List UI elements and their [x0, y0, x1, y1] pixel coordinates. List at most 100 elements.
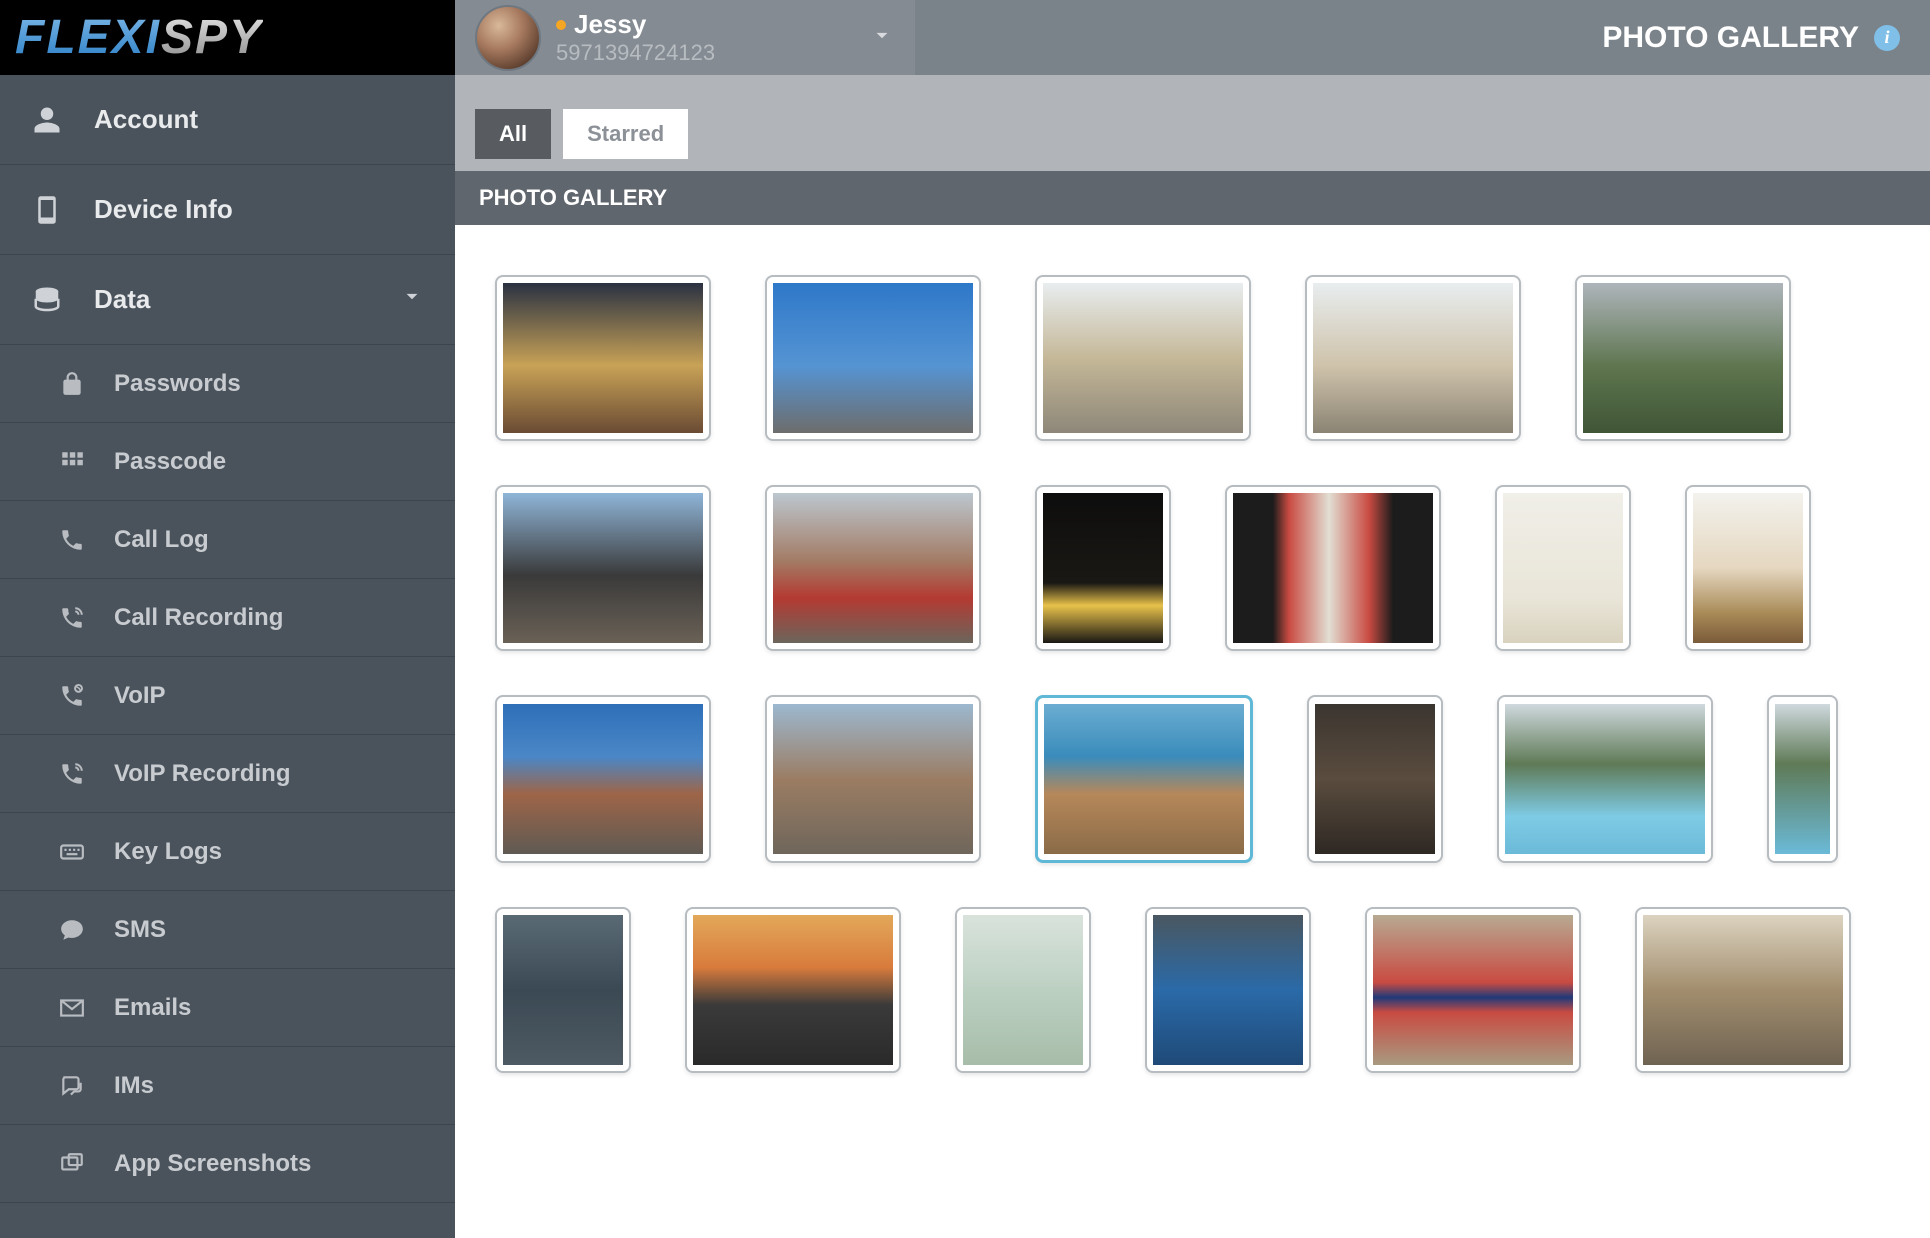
photo-thumbnail[interactable]	[1497, 695, 1713, 863]
photo-thumbnail[interactable]	[1035, 695, 1253, 863]
photo-thumbnail[interactable]	[1307, 695, 1443, 863]
brand-part2: SPY	[161, 10, 263, 65]
photo-image	[503, 704, 703, 854]
photo-image	[1643, 915, 1843, 1065]
photo-thumbnail[interactable]	[495, 275, 711, 441]
nav-label: Device Info	[94, 194, 233, 225]
voip-recording-icon	[55, 761, 89, 787]
avatar	[475, 5, 541, 71]
photo-thumbnail[interactable]	[1767, 695, 1838, 863]
photo-thumbnail[interactable]	[1035, 275, 1251, 441]
subnav-label: Call Recording	[114, 604, 283, 632]
photo-thumbnail[interactable]	[765, 275, 981, 441]
photo-thumbnail[interactable]	[955, 907, 1091, 1073]
photo-thumbnail[interactable]	[1305, 275, 1521, 441]
photo-thumbnail[interactable]	[495, 907, 631, 1073]
voip-icon	[55, 683, 89, 709]
user-info: Jessy 5971394724123	[556, 9, 715, 66]
envelope-icon	[55, 995, 89, 1021]
subnav-key-logs[interactable]: Key Logs	[0, 813, 455, 891]
photo-thumbnail[interactable]	[765, 695, 981, 863]
photo-image	[1373, 915, 1573, 1065]
photo-image	[1583, 283, 1783, 433]
screenshot-icon	[55, 1151, 89, 1177]
subnav-label: Emails	[114, 994, 191, 1022]
subnav-voip-recording[interactable]: VoIP Recording	[0, 735, 455, 813]
subnav-ims[interactable]: IMs	[0, 1047, 455, 1125]
photo-image	[963, 915, 1083, 1065]
page-title: PHOTO GALLERY i	[1602, 21, 1930, 55]
brand-part1: FLEXI	[15, 10, 161, 65]
subnav-label: Key Logs	[114, 838, 222, 866]
photo-image	[1775, 704, 1830, 854]
sidebar: FLEXISPY Account Device Info Data	[0, 0, 455, 1238]
photo-thumbnail[interactable]	[765, 485, 981, 651]
subnav-label: Passwords	[114, 370, 241, 398]
subnav-label: VoIP	[114, 682, 166, 710]
nav-device-info[interactable]: Device Info	[0, 165, 455, 255]
photo-thumbnail[interactable]	[1225, 485, 1441, 651]
user-dropdown[interactable]: Jessy 5971394724123	[455, 0, 915, 75]
photo-image	[773, 493, 973, 643]
keyboard-icon	[55, 839, 89, 865]
subnav: Passwords Passcode Call Log Call Recordi…	[0, 345, 455, 1203]
photo-image	[1043, 493, 1163, 643]
lock-icon	[55, 371, 89, 397]
tab-all[interactable]: All	[475, 109, 551, 159]
photo-thumbnail[interactable]	[495, 485, 711, 651]
photo-image	[693, 915, 893, 1065]
user-name: Jessy	[556, 9, 715, 40]
nav-account[interactable]: Account	[0, 75, 455, 165]
phone-icon	[30, 195, 64, 225]
subnav-voip[interactable]: VoIP	[0, 657, 455, 735]
nav-label: Account	[94, 104, 198, 135]
photo-thumbnail[interactable]	[1685, 485, 1811, 651]
subnav-call-recording[interactable]: Call Recording	[0, 579, 455, 657]
photo-image	[1693, 493, 1803, 643]
photo-image	[1044, 704, 1244, 854]
nav-data[interactable]: Data	[0, 255, 455, 345]
photo-image	[503, 493, 703, 643]
gallery-area	[455, 225, 1930, 1238]
photo-thumbnail[interactable]	[495, 695, 711, 863]
subnav-passcode[interactable]: Passcode	[0, 423, 455, 501]
subnav-app-screenshots[interactable]: App Screenshots	[0, 1125, 455, 1203]
info-icon[interactable]: i	[1874, 25, 1900, 51]
subnav-label: Call Log	[114, 526, 209, 554]
photo-thumbnail[interactable]	[1365, 907, 1581, 1073]
messages-icon	[55, 1073, 89, 1099]
photo-image	[1315, 704, 1435, 854]
photo-image	[1503, 493, 1623, 643]
subnav-sms[interactable]: SMS	[0, 891, 455, 969]
page-title-text: PHOTO GALLERY	[1602, 21, 1859, 55]
user-id: 5971394724123	[556, 40, 715, 66]
chevron-down-icon	[399, 283, 425, 316]
photo-thumbnail[interactable]	[1495, 485, 1631, 651]
nav-label: Data	[94, 284, 150, 315]
section-header: PHOTO GALLERY	[455, 171, 1930, 225]
photo-thumbnail[interactable]	[685, 907, 901, 1073]
database-icon	[30, 285, 64, 315]
photo-thumbnail[interactable]	[1635, 907, 1851, 1073]
subnav-passwords[interactable]: Passwords	[0, 345, 455, 423]
subnav-call-log[interactable]: Call Log	[0, 501, 455, 579]
photo-image	[503, 283, 703, 433]
subnav-label: App Screenshots	[114, 1150, 311, 1178]
topbar: Jessy 5971394724123 PHOTO GALLERY i	[455, 0, 1930, 75]
phone-call-icon	[55, 527, 89, 553]
chevron-down-icon	[869, 22, 895, 53]
subnav-emails[interactable]: Emails	[0, 969, 455, 1047]
photo-thumbnail[interactable]	[1035, 485, 1171, 651]
gallery-grid	[495, 275, 1890, 1073]
brand-logo: FLEXISPY	[0, 0, 455, 75]
photo-thumbnail[interactable]	[1145, 907, 1311, 1073]
photo-thumbnail[interactable]	[1575, 275, 1791, 441]
subnav-label: VoIP Recording	[114, 760, 290, 788]
subnav-label: IMs	[114, 1072, 154, 1100]
photo-image	[1153, 915, 1303, 1065]
content: All Starred PHOTO GALLERY	[455, 75, 1930, 1238]
tab-starred[interactable]: Starred	[563, 109, 688, 159]
photo-image	[503, 915, 623, 1065]
user-name-text: Jessy	[574, 9, 646, 40]
photo-image	[1233, 493, 1433, 643]
